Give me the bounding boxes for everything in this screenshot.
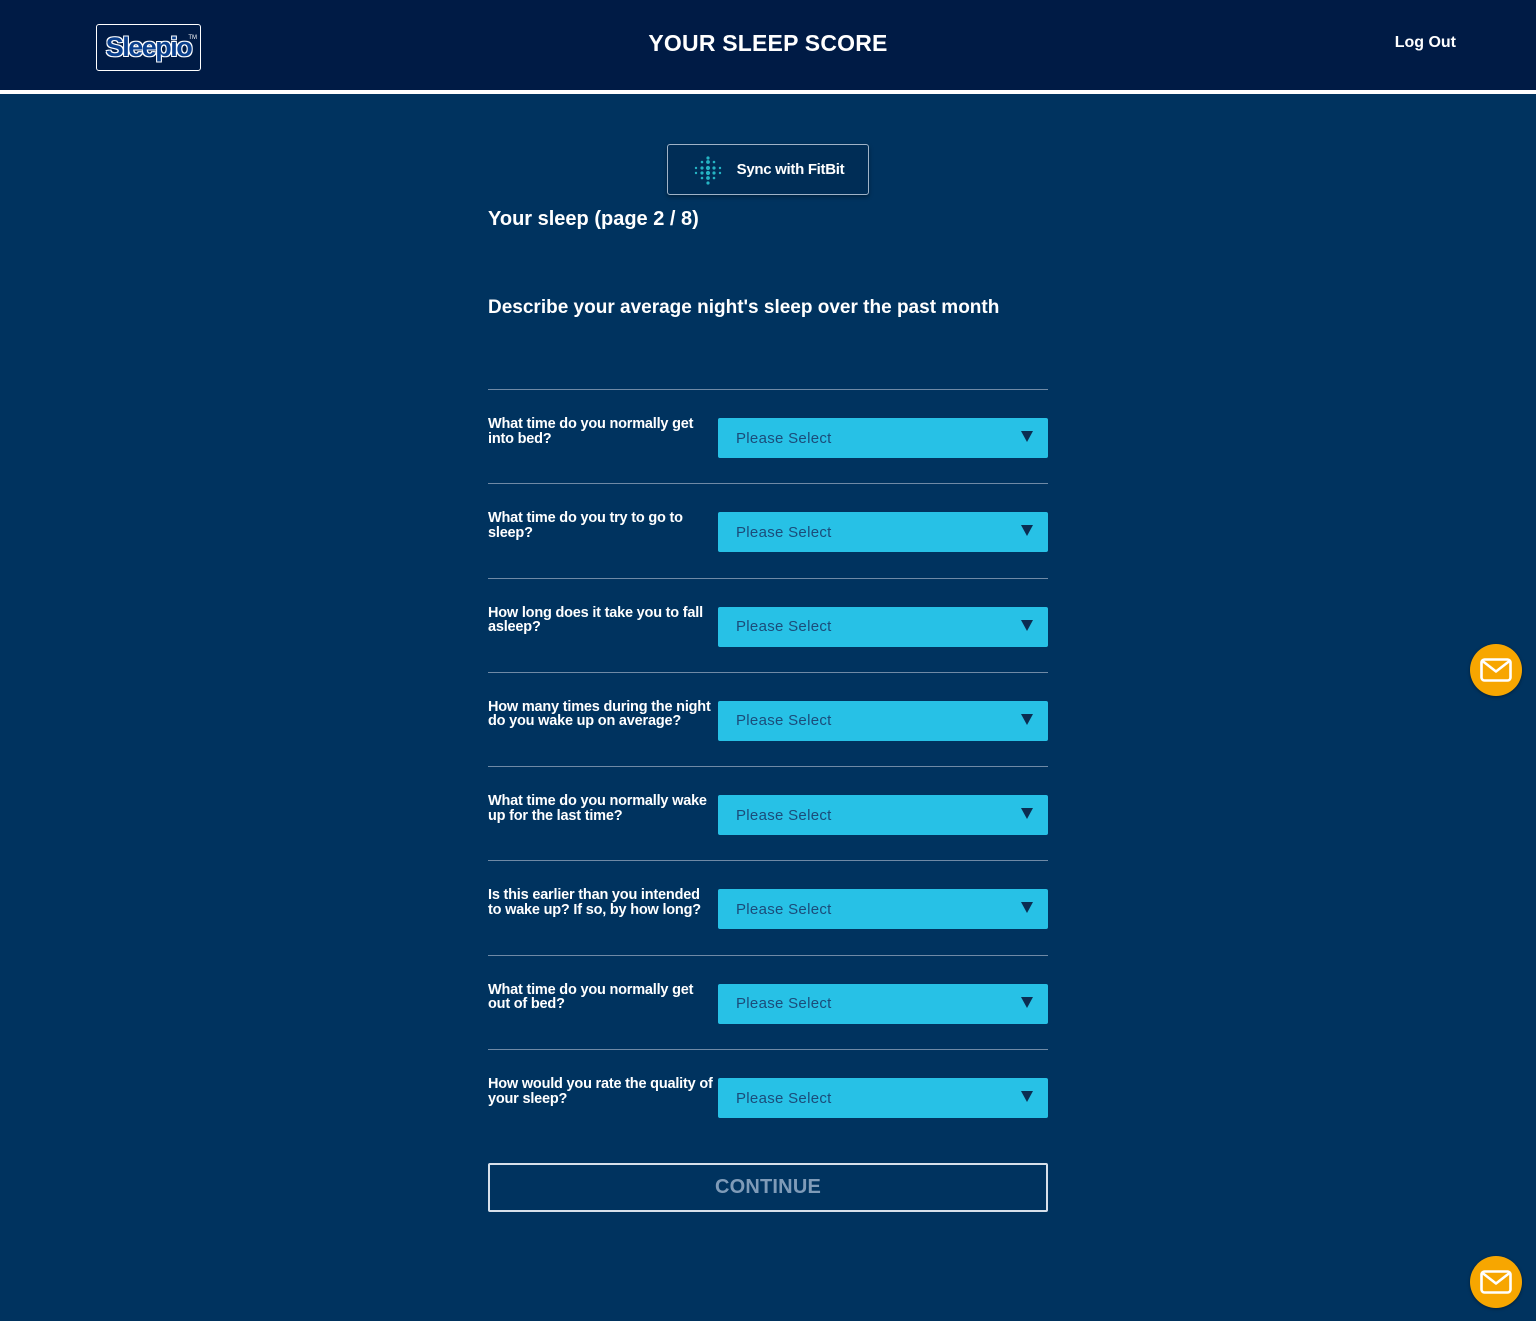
- select-value: Please Select: [736, 712, 832, 730]
- dropdown-arrow-icon: [1021, 525, 1033, 537]
- question-label: What time do you normally get out of bed…: [488, 981, 694, 1013]
- dropdown-arrow-icon: [1021, 431, 1033, 442]
- select-value: Please Select: [736, 429, 832, 447]
- dropdown-arrow-icon: [1021, 808, 1033, 820]
- question-row: How would you rate the quality of your s…: [488, 1049, 1048, 1143]
- continue-button[interactable]: CONTINUE: [488, 1163, 1048, 1212]
- out-of-bed-time-select[interactable]: Please Select: [718, 983, 1048, 1024]
- question-row: What time do you normally get into bed? …: [488, 389, 1048, 483]
- sleep-quality-select[interactable]: Please Select: [718, 1078, 1048, 1119]
- select-value: Please Select: [736, 618, 832, 636]
- form-heading: Your sleep (page 2 / 8): [488, 208, 699, 230]
- dropdown-arrow-icon: [1021, 996, 1033, 1008]
- header-divider: [0, 90, 1536, 94]
- top-bar: Sleepio TM YOUR SLEEP SCORE Log Out: [0, 0, 1536, 90]
- select-value: Please Select: [736, 523, 832, 541]
- envelope-icon: [1480, 1270, 1512, 1294]
- select-value: Please Select: [736, 806, 832, 824]
- question-row: What time do you normally wake up for th…: [488, 766, 1048, 860]
- question-row: What time do you normally get out of bed…: [488, 954, 1048, 1049]
- sleep-attempt-time-select[interactable]: Please Select: [718, 512, 1048, 553]
- question-label: What time do you try to go to sleep?: [488, 510, 683, 541]
- dropdown-arrow-icon: [1021, 1091, 1033, 1103]
- question-row: How many times during the night do you w…: [488, 671, 1048, 766]
- question-label: Is this earlier than you intended to wak…: [488, 887, 701, 918]
- question-row: Is this earlier than you intended to wak…: [488, 860, 1048, 954]
- dropdown-arrow-icon: [1021, 902, 1033, 914]
- dropdown-arrow-icon: [1021, 619, 1033, 631]
- select-value: Please Select: [736, 900, 832, 918]
- sync-fitbit-button[interactable]: Sync with FitBit: [667, 144, 869, 195]
- logout-link[interactable]: Log Out: [1395, 34, 1456, 52]
- select-value: Please Select: [736, 1089, 832, 1107]
- fitbit-dots-icon: [694, 155, 721, 185]
- final-wake-time-select[interactable]: Please Select: [718, 795, 1048, 836]
- form-description: Describe your average night's sleep over…: [488, 297, 1000, 318]
- sync-fitbit-label: Sync with FitBit: [736, 161, 845, 178]
- question-label: What time do you normally wake up for th…: [488, 793, 707, 824]
- bedtime-select[interactable]: Please Select: [718, 418, 1048, 458]
- sleep-latency-select[interactable]: Please Select: [718, 606, 1048, 647]
- select-value: Please Select: [736, 995, 832, 1013]
- contact-mail-button[interactable]: [1470, 1256, 1522, 1308]
- page-title: YOUR SLEEP SCORE: [648, 30, 888, 56]
- dropdown-arrow-icon: [1021, 713, 1033, 725]
- question-label: How many times during the night do you w…: [488, 698, 711, 730]
- question-label: How would you rate the quality of your s…: [488, 1076, 713, 1107]
- envelope-icon: [1480, 658, 1512, 682]
- night-wakings-select[interactable]: Please Select: [718, 700, 1048, 741]
- contact-mail-button[interactable]: [1470, 644, 1522, 696]
- question-row: How long does it take you to fall asleep…: [488, 577, 1048, 672]
- early-wake-select[interactable]: Please Select: [718, 889, 1048, 930]
- question-label: What time do you normally get into bed?: [488, 416, 694, 447]
- question-list: What time do you normally get into bed? …: [488, 389, 1048, 1143]
- question-label: How long does it take you to fall asleep…: [488, 604, 703, 636]
- question-row: What time do you try to go to sleep? Ple…: [488, 483, 1048, 577]
